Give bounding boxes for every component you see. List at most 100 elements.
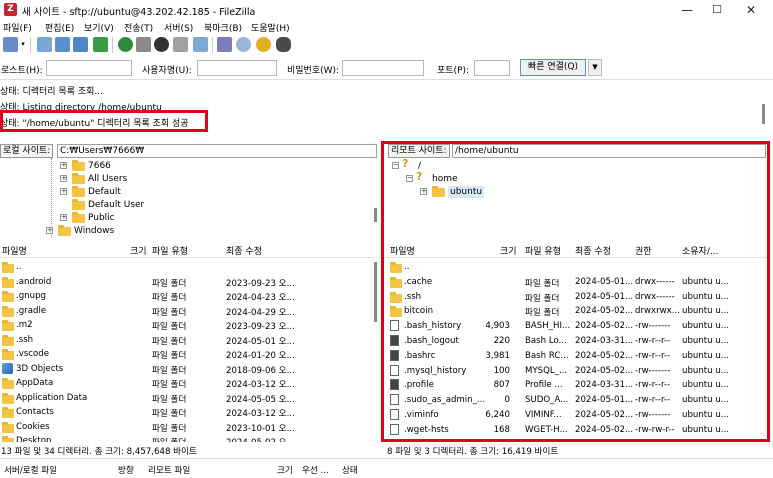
remote-path-input[interactable]: /home/ubuntu [452, 144, 766, 158]
sync-browse-icon[interactable] [256, 37, 271, 52]
dropdown-icon[interactable]: ▾ [19, 37, 27, 52]
compare-icon[interactable] [236, 37, 251, 52]
column-modified[interactable]: 최종 수정 [575, 244, 611, 257]
remote-file-row[interactable]: bitcoin 파일 폴더 2024-05-02... drwxrwx... ubunt… [386, 304, 766, 318]
remote-file-row[interactable]: .bashrc 3,981 Bash RC... 2024-05-02... -rw-r… [386, 349, 766, 363]
local-file-row[interactable]: AppData 파일 폴더 2024-03-12 오... [0, 376, 370, 390]
menu-server[interactable]: 서버(S) [164, 21, 193, 34]
queue-col-priority[interactable]: 우선 ... [302, 464, 329, 476]
column-filename[interactable]: 파일명 [390, 244, 415, 257]
minimize-button[interactable]: — [672, 2, 702, 18]
host-input[interactable] [46, 60, 132, 76]
file-permissions: -rw------- [635, 365, 671, 376]
column-filetype[interactable]: 파일 유형 [152, 244, 188, 257]
remote-file-row[interactable]: .viminfo 6,240 VIMINF... 2024-05-02... -rw--… [386, 408, 766, 422]
remote-file-row[interactable]: .. [386, 260, 766, 274]
collapse-icon[interactable]: − [392, 162, 399, 169]
column-permissions[interactable]: 권한 [635, 244, 652, 257]
local-file-row[interactable]: .vscode 파일 폴더 2024-01-20 오... [0, 347, 370, 361]
queue-col-file[interactable]: 서버/로컬 파일 [4, 464, 57, 476]
quickconnect-button[interactable]: 빠른 연결(Q) [520, 59, 586, 76]
local-file-row[interactable]: Contacts 파일 폴더 2024-03-12 오... [0, 405, 370, 419]
file-modified: 2018-09-06 오... [226, 365, 295, 376]
refresh-icon[interactable] [118, 37, 133, 52]
remote-file-row[interactable]: .mysql_history 100 MYSQL_... 2024-05-02... -… [386, 364, 766, 378]
maximize-button[interactable]: ☐ [702, 2, 732, 18]
queue-col-status[interactable]: 상태 [342, 464, 358, 476]
port-input[interactable] [474, 60, 510, 76]
column-modified[interactable]: 최종 수정 [226, 244, 262, 257]
message-log-icon[interactable] [37, 37, 52, 52]
menu-file[interactable]: 파일(F) [3, 21, 32, 34]
file-permissions: -rw-rw-r-- [635, 424, 675, 435]
file-modified: 2024-04-29 오... [226, 307, 295, 318]
local-file-row[interactable]: Application Data 파일 폴더 2024-05-05 오... [0, 391, 370, 405]
column-filetype[interactable]: 파일 유형 [525, 244, 561, 257]
local-list-scrollbar[interactable] [374, 262, 377, 322]
local-file-row[interactable]: Cookies 파일 폴더 2023-10-01 오... [0, 420, 370, 434]
column-size[interactable]: 크기 [500, 244, 517, 257]
menu-help[interactable]: 도움말(H) [251, 21, 290, 34]
message-log[interactable]: 상태: 디렉터리 목록 조회... 상태: Listing directory … [0, 80, 773, 140]
expand-icon[interactable]: + [60, 162, 67, 169]
local-file-row[interactable]: .gradle 파일 폴더 2024-04-29 오... [0, 304, 370, 318]
tree-item-label: Windows [74, 226, 115, 236]
username-input[interactable] [197, 60, 277, 76]
column-size[interactable]: 크기 [130, 244, 147, 257]
collapse-icon[interactable]: − [406, 175, 413, 182]
expand-icon[interactable]: + [60, 188, 67, 195]
file-name: Cookies [16, 421, 50, 432]
expand-icon[interactable]: + [420, 188, 427, 195]
queue-col-direction[interactable]: 방향 [118, 464, 134, 476]
remote-file-row[interactable]: .bash_history 4,903 BASH_HI... 2024-05-02..… [386, 319, 766, 333]
close-button[interactable]: ✕ [736, 2, 766, 18]
local-file-row[interactable]: .gnupg 파일 폴더 2024-04-23 오... [0, 289, 370, 303]
reconnect-icon[interactable] [193, 37, 208, 52]
local-tree-icon[interactable] [55, 37, 70, 52]
column-filename[interactable]: 파일명 [2, 244, 27, 257]
log-scrollbar[interactable] [762, 104, 765, 124]
local-file-row[interactable]: .android 파일 폴더 2023-09-23 오... [0, 275, 370, 289]
menu-bookmarks[interactable]: 북마크(B) [204, 21, 242, 34]
local-file-row[interactable]: .. [0, 260, 370, 274]
disconnect-icon[interactable] [173, 37, 188, 52]
menu-transfer[interactable]: 전송(T) [124, 21, 153, 34]
queue-col-remote[interactable]: 리모트 파일 [148, 464, 190, 476]
expand-icon[interactable]: + [60, 175, 67, 182]
remote-file-row[interactable]: .cache 파일 폴더 2024-05-01... drwx------ ubuntu… [386, 275, 766, 289]
local-file-list[interactable]: 파일명 크기 파일 유형 최종 수정 .. .android 파일 폴더 2023-0… [0, 242, 380, 442]
expand-icon[interactable]: + [60, 214, 67, 221]
remote-directory-tree[interactable]: − ? / − ? home + ubuntu [386, 158, 770, 242]
menu-view[interactable]: 보기(V) [84, 21, 114, 34]
remote-file-row[interactable]: .ssh 파일 폴더 2024-05-01... drwx------ ubuntu u… [386, 290, 766, 304]
quickconnect-history-dropdown[interactable]: ▼ [588, 59, 602, 76]
log-line: 상태: Listing directory /home/ubuntu [0, 103, 162, 113]
search-icon[interactable] [276, 37, 291, 52]
file-modified: 2024-03-31... [575, 380, 633, 391]
queue-col-size[interactable]: 크기 [277, 464, 293, 476]
site-manager-icon[interactable] [3, 37, 18, 52]
password-input[interactable] [342, 60, 424, 76]
remote-file-row[interactable]: .sudo_as_admin_... 0 SUDO_A... 2024-05-01..… [386, 393, 766, 407]
local-file-row[interactable]: Desktop 파일 폴더 2024-05-02 오... [0, 434, 370, 442]
local-path-input[interactable]: C:₩Users₩7666₩ [57, 144, 377, 158]
remote-file-row[interactable]: .wget-hsts 168 WGET-H... 2024-05-02... -rw-r… [386, 423, 766, 437]
remote-tree-icon[interactable] [73, 37, 88, 52]
local-tree-scrollbar[interactable] [374, 208, 377, 222]
column-owner[interactable]: 소유자/... [682, 244, 718, 257]
menu-edit[interactable]: 편집(E) [45, 21, 74, 34]
transfer-queue-icon[interactable] [93, 37, 108, 52]
local-file-row[interactable]: .ssh 파일 폴더 2024-05-01 오... [0, 333, 370, 347]
cancel-icon[interactable] [154, 37, 169, 52]
tree-item-label: ubuntu [448, 186, 485, 198]
file-type: 파일 폴더 [152, 278, 187, 289]
remote-file-row[interactable]: .profile 807 Profile ... 2024-03-31... -rw-r… [386, 378, 766, 392]
expand-icon[interactable]: + [46, 227, 53, 234]
local-file-row[interactable]: .m2 파일 폴더 2023-09-23 오... [0, 318, 370, 332]
process-queue-icon[interactable] [136, 37, 151, 52]
filter-icon[interactable] [217, 37, 232, 52]
local-file-row[interactable]: 3D Objects 파일 폴더 2018-09-06 오... [0, 362, 370, 376]
remote-file-list[interactable]: 파일명 크기 파일 유형 최종 수정 권한 소유자/... .. .cache 파일… [386, 242, 770, 442]
local-directory-tree[interactable]: + 7666 + All Users + Default Default Use… [0, 158, 380, 242]
remote-file-row[interactable]: .bash_logout 220 Bash Lo... 2024-03-31... -r… [386, 334, 766, 348]
